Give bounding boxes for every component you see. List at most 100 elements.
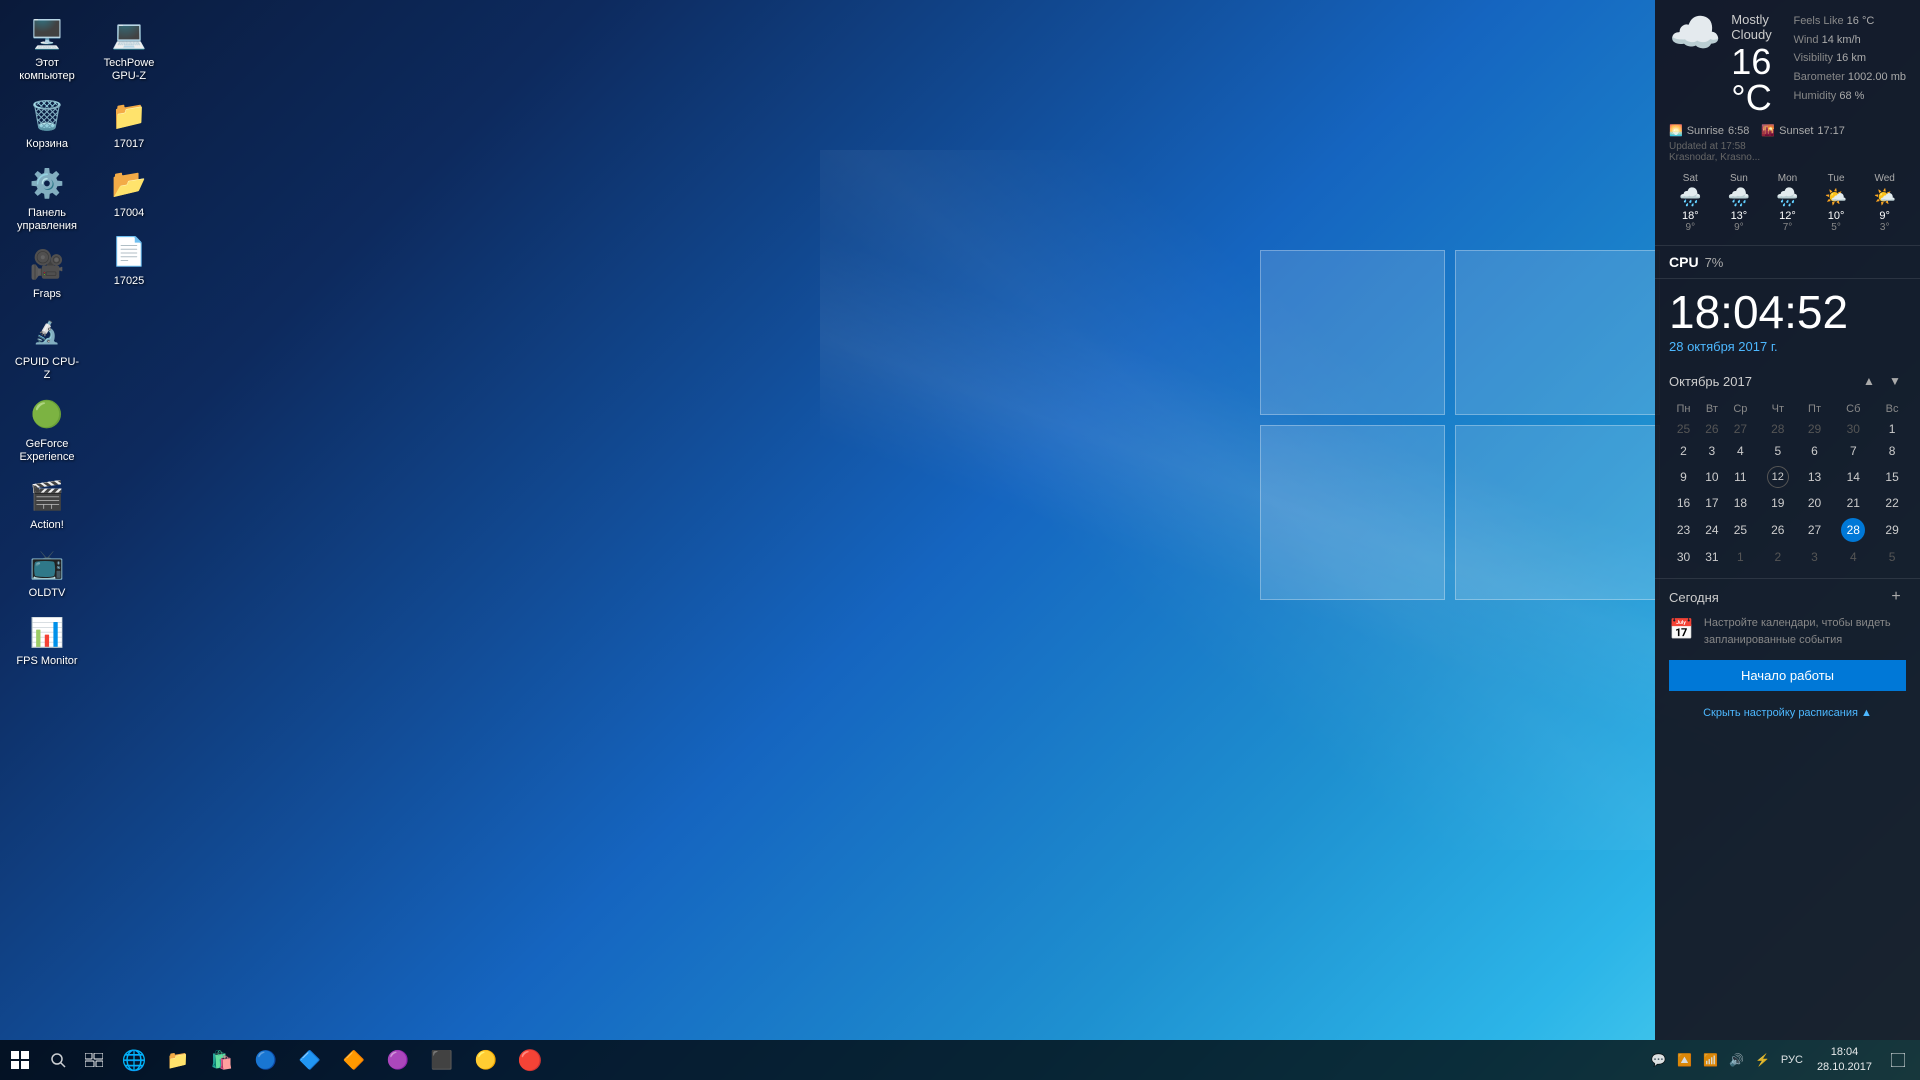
cal-day-2-nov[interactable]: 2 — [1755, 546, 1801, 568]
cal-day-19[interactable]: 19 — [1755, 492, 1801, 514]
icon-recycle-bin[interactable]: 🗑️ Корзина — [8, 91, 86, 155]
cal-day-24[interactable]: 24 — [1698, 514, 1726, 546]
hide-schedule-link[interactable]: Скрыть настройку расписания ▲ — [1655, 699, 1920, 727]
geforce-icon: 🟢 — [27, 395, 67, 435]
cal-day-30-sep[interactable]: 30 — [1828, 418, 1878, 440]
cal-day-3[interactable]: 3 — [1698, 440, 1726, 462]
windows-start-icon — [11, 1051, 29, 1069]
visibility-value: 16 km — [1836, 52, 1866, 64]
right-panel: ☁️ Mostly Cloudy 16 °C Feels Like 16 °C … — [1655, 0, 1920, 1040]
tray-volume-icon[interactable]: 🔊 — [1725, 1040, 1749, 1080]
cal-day-4-nov[interactable]: 4 — [1828, 546, 1878, 568]
fps-monitor-icon: 📊 — [27, 612, 67, 652]
taskbar-app-edge[interactable]: 🌐 — [112, 1040, 156, 1080]
cal-day-27-sep[interactable]: 27 — [1726, 418, 1755, 440]
forecast-day-wed: Wed 🌤️ 9° 3° — [1863, 173, 1906, 233]
taskbar-app-6[interactable]: 🔶 — [332, 1040, 376, 1080]
forecast-tue-icon: 🌤️ — [1815, 187, 1858, 208]
cal-day-30[interactable]: 30 — [1669, 546, 1698, 568]
search-button[interactable] — [40, 1040, 76, 1080]
icon-action[interactable]: 🎬 Action! — [8, 472, 86, 536]
cal-day-14[interactable]: 14 — [1828, 462, 1878, 492]
tray-chat-icon[interactable]: 💬 — [1647, 1040, 1671, 1080]
cal-day-16[interactable]: 16 — [1669, 492, 1698, 514]
sunrise-label: Sunrise — [1687, 125, 1724, 137]
cal-day-25-sep[interactable]: 25 — [1669, 418, 1698, 440]
cal-day-28-sep[interactable]: 28 — [1755, 418, 1801, 440]
tray-network-icon[interactable]: 📶 — [1699, 1040, 1723, 1080]
cal-day-18[interactable]: 18 — [1726, 492, 1755, 514]
cal-day-21[interactable]: 21 — [1828, 492, 1878, 514]
icon-techpowerup[interactable]: 💻 TechPowe GPU-Z — [90, 10, 168, 87]
icon-control-panel[interactable]: ⚙️ Панель управления — [8, 160, 86, 237]
cpu-label: CPU — [1669, 254, 1699, 270]
icon-cpuid[interactable]: 🔬 CPUID CPU-Z — [8, 309, 86, 386]
icon-oldtv[interactable]: 📺 OLDTV — [8, 540, 86, 604]
calendar-week-3: 9 10 11 12 13 14 15 — [1669, 462, 1906, 492]
cal-day-7[interactable]: 7 — [1828, 440, 1878, 462]
icon-fps-monitor[interactable]: 📊 FPS Monitor — [8, 608, 86, 672]
cal-day-26-sep[interactable]: 26 — [1698, 418, 1726, 440]
icon-my-computer[interactable]: 🖥️ Этот компьютер — [8, 10, 86, 87]
cal-day-22[interactable]: 22 — [1878, 492, 1906, 514]
start-button[interactable]: Начало работы — [1669, 660, 1906, 691]
tray-power-icon[interactable]: ⚡ — [1751, 1040, 1775, 1080]
forecast-wed-low: 3° — [1863, 222, 1906, 233]
icon-fraps[interactable]: 🎥 Fraps — [8, 241, 86, 305]
cal-day-12[interactable]: 12 — [1755, 462, 1801, 492]
cal-day-23[interactable]: 23 — [1669, 514, 1698, 546]
cal-day-6[interactable]: 6 — [1801, 440, 1829, 462]
cal-day-11[interactable]: 11 — [1726, 462, 1755, 492]
icon-folder-17004[interactable]: 📂 17004 — [90, 160, 168, 224]
add-event-button[interactable]: + — [1886, 587, 1906, 607]
tray-language[interactable]: РУС — [1777, 1054, 1807, 1066]
icon-geforce[interactable]: 🟢 GeForce Experience — [8, 391, 86, 468]
start-button-taskbar[interactable] — [0, 1040, 40, 1080]
cal-day-29-sep[interactable]: 29 — [1801, 418, 1829, 440]
taskbar-app-8[interactable]: ⬛ — [420, 1040, 464, 1080]
cal-day-27[interactable]: 27 — [1801, 514, 1829, 546]
taskbar-app-chrome[interactable]: 🔵 — [244, 1040, 288, 1080]
forecast-sat-low: 9° — [1669, 222, 1712, 233]
calendar-next-btn[interactable]: ▼ — [1884, 370, 1906, 392]
cal-day-26[interactable]: 26 — [1755, 514, 1801, 546]
fraps-icon: 🎥 — [27, 245, 67, 285]
cal-day-13[interactable]: 13 — [1801, 462, 1829, 492]
cal-day-1-nov[interactable]: 1 — [1726, 546, 1755, 568]
cal-day-15[interactable]: 15 — [1878, 462, 1906, 492]
tray-show-icons[interactable]: 🔼 — [1673, 1040, 1697, 1080]
forecast-day-sun: Sun 🌧️ 13° 9° — [1718, 173, 1761, 233]
events-placeholder: 📅 Настройте календари, чтобы видеть запл… — [1669, 615, 1906, 648]
cal-day-1[interactable]: 1 — [1878, 418, 1906, 440]
calendar-prev-btn[interactable]: ▲ — [1858, 370, 1880, 392]
weekday-pn: Пн — [1669, 400, 1698, 418]
taskbar-app-store[interactable]: 🛍️ — [200, 1040, 244, 1080]
cal-day-5[interactable]: 5 — [1755, 440, 1801, 462]
cal-day-25[interactable]: 25 — [1726, 514, 1755, 546]
task-view-button[interactable] — [76, 1040, 112, 1080]
taskbar-app-5[interactable]: 🔷 — [288, 1040, 332, 1080]
taskbar-app-media[interactable]: 🔴 — [508, 1040, 552, 1080]
cal-day-8[interactable]: 8 — [1878, 440, 1906, 462]
visibility-label: Visibility — [1793, 52, 1833, 64]
taskbar-app-explorer[interactable]: 📁 — [156, 1040, 200, 1080]
feels-like-value: 16 °C — [1847, 15, 1875, 27]
cal-day-2[interactable]: 2 — [1669, 440, 1698, 462]
cal-day-4[interactable]: 4 — [1726, 440, 1755, 462]
taskbar-app-9[interactable]: 🟡 — [464, 1040, 508, 1080]
taskbar-clock[interactable]: 18:04 28.10.2017 — [1809, 1040, 1880, 1080]
cal-day-3-nov[interactable]: 3 — [1801, 546, 1829, 568]
cal-day-10[interactable]: 10 — [1698, 462, 1726, 492]
icon-folder-17025[interactable]: 📄 17025 — [90, 228, 168, 292]
cal-day-28-today[interactable]: 28 — [1828, 514, 1878, 546]
cal-day-5-nov[interactable]: 5 — [1878, 546, 1906, 568]
cal-day-20[interactable]: 20 — [1801, 492, 1829, 514]
cal-day-9[interactable]: 9 — [1669, 462, 1698, 492]
notification-center-button[interactable] — [1882, 1040, 1914, 1080]
cal-day-17[interactable]: 17 — [1698, 492, 1726, 514]
system-tray: 💬 🔼 📶 🔊 ⚡ РУС 18:04 28.10.2017 — [1647, 1040, 1920, 1080]
taskbar-app-7[interactable]: 🟣 — [376, 1040, 420, 1080]
icon-folder-17017[interactable]: 📁 17017 — [90, 91, 168, 155]
cal-day-29[interactable]: 29 — [1878, 514, 1906, 546]
cal-day-31[interactable]: 31 — [1698, 546, 1726, 568]
